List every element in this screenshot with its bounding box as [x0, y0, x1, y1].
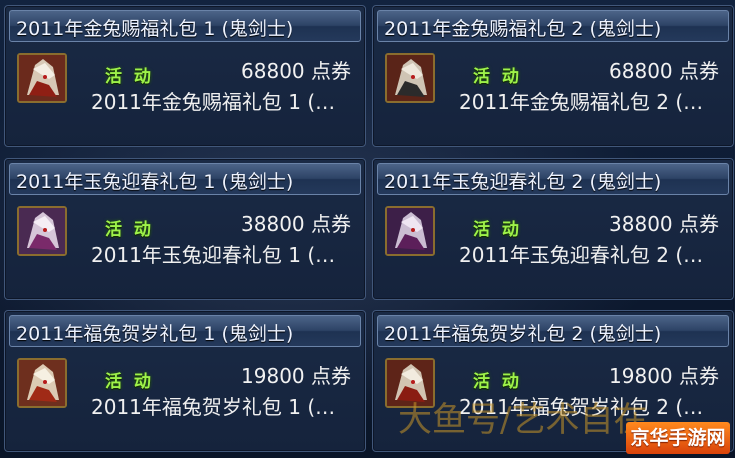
package-description: 2011年福兔贺岁礼包 1 (…	[91, 395, 336, 419]
price-label: 19800 点券	[609, 364, 719, 388]
swordsman-portrait-icon[interactable]	[385, 53, 435, 103]
swordsman-portrait-icon[interactable]	[385, 206, 435, 256]
card-header: 2011年福兔贺岁礼包 1 (鬼剑士)	[9, 315, 361, 347]
card-header: 2011年玉兔迎春礼包 2 (鬼剑士)	[377, 163, 729, 195]
event-badge: 活 动	[105, 67, 154, 87]
package-card-yutu-1[interactable]: 2011年玉兔迎春礼包 1 (鬼剑士) 活 动 38800 点券 2011年玉兔…	[4, 158, 366, 300]
swordsman-portrait-icon[interactable]	[17, 358, 67, 408]
event-badge: 活 动	[105, 372, 154, 392]
price-label: 19800 点券	[241, 364, 351, 388]
price-label: 38800 点券	[609, 212, 719, 236]
price-label: 68800 点券	[609, 59, 719, 83]
package-description: 2011年玉兔迎春礼包 1 (…	[91, 243, 336, 267]
swordsman-portrait-icon[interactable]	[17, 53, 67, 103]
price-label: 38800 点券	[241, 212, 351, 236]
package-card-jintu-2[interactable]: 2011年金兔赐福礼包 2 (鬼剑士) 活 动 68800 点券 2011年金兔…	[372, 5, 734, 147]
card-title: 2011年金兔赐福礼包 2 (鬼剑士)	[384, 18, 662, 40]
card-header: 2011年玉兔迎春礼包 1 (鬼剑士)	[9, 163, 361, 195]
card-title: 2011年玉兔迎春礼包 2 (鬼剑士)	[384, 171, 662, 193]
price-label: 68800 点券	[241, 59, 351, 83]
card-title: 2011年金兔赐福礼包 1 (鬼剑士)	[16, 18, 294, 40]
package-card-yutu-2[interactable]: 2011年玉兔迎春礼包 2 (鬼剑士) 活 动 38800 点券 2011年玉兔…	[372, 158, 734, 300]
event-badge: 活 动	[473, 372, 522, 392]
card-title: 2011年福兔贺岁礼包 2 (鬼剑士)	[384, 323, 662, 345]
card-header: 2011年福兔贺岁礼包 2 (鬼剑士)	[377, 315, 729, 347]
package-description: 2011年金兔赐福礼包 2 (…	[459, 90, 704, 114]
card-header: 2011年金兔赐福礼包 1 (鬼剑士)	[9, 10, 361, 42]
site-logo: 京华手游网	[626, 422, 730, 454]
card-title: 2011年福兔贺岁礼包 1 (鬼剑士)	[16, 323, 294, 345]
card-header: 2011年金兔赐福礼包 2 (鬼剑士)	[377, 10, 729, 42]
package-description: 2011年金兔赐福礼包 1 (…	[91, 90, 336, 114]
package-description: 2011年玉兔迎春礼包 2 (…	[459, 243, 704, 267]
package-card-futu-1[interactable]: 2011年福兔贺岁礼包 1 (鬼剑士) 活 动 19800 点券 2011年福兔…	[4, 310, 366, 452]
event-badge: 活 动	[473, 67, 522, 87]
watermark-text: 大鱼号/艺术自在	[398, 400, 648, 440]
event-badge: 活 动	[473, 220, 522, 240]
card-title: 2011年玉兔迎春礼包 1 (鬼剑士)	[16, 171, 294, 193]
package-card-jintu-1[interactable]: 2011年金兔赐福礼包 1 (鬼剑士) 活 动 68800 点券 2011年金兔…	[4, 5, 366, 147]
swordsman-portrait-icon[interactable]	[17, 206, 67, 256]
event-badge: 活 动	[105, 220, 154, 240]
